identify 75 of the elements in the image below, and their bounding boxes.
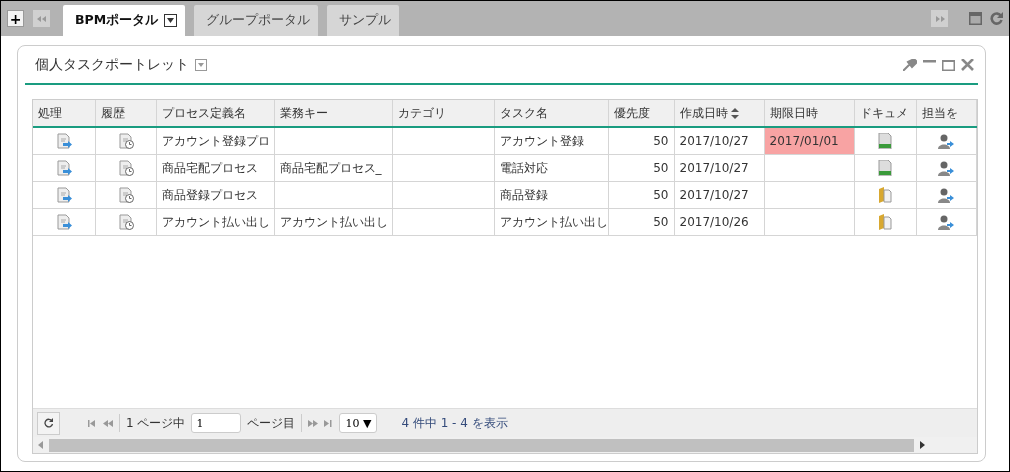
table-cell: 電話対応	[499, 160, 548, 175]
scroll-right-icon[interactable]	[920, 441, 925, 449]
table-cell: アカウント登録	[499, 133, 584, 148]
table-cell: 2017/10/27	[679, 134, 749, 148]
refresh-button[interactable]	[37, 411, 60, 435]
assign-user-icon[interactable]	[938, 187, 954, 203]
column-header[interactable]: ドキュメ	[854, 100, 916, 127]
document-icon[interactable]	[878, 133, 892, 149]
column-header[interactable]: プロセス定義名	[156, 100, 274, 127]
assign-user-icon[interactable]	[938, 214, 954, 230]
column-header[interactable]: 優先度	[608, 100, 674, 127]
maximize-icon[interactable]	[941, 58, 955, 71]
window-icon[interactable]	[969, 12, 982, 25]
history-icon[interactable]	[117, 160, 134, 176]
deadline-cell: 2017/01/01	[764, 127, 854, 155]
column-header[interactable]: 作成日時	[674, 100, 764, 127]
column-header[interactable]: 処理	[33, 100, 95, 127]
portlet-title: 個人タスクポートレット	[35, 55, 189, 74]
column-header[interactable]: タスク名	[494, 100, 608, 127]
table-cell: アカウント払い出し	[279, 214, 388, 229]
page-label: 1 ページ中	[126, 414, 186, 432]
first-page-icon[interactable]	[88, 419, 97, 427]
history-icon[interactable]	[117, 214, 134, 230]
column-header[interactable]: 履歴	[95, 100, 156, 127]
page-size-select[interactable]: 10 ▼	[339, 413, 378, 433]
close-icon[interactable]	[960, 58, 974, 71]
portal-tab[interactable]: BPMポータル	[63, 5, 186, 36]
column-header[interactable]: 担当を	[916, 100, 976, 127]
table-cell: 2017/10/26	[679, 215, 749, 229]
table-cell: 50	[653, 188, 669, 202]
double-right-arrow-icon[interactable]	[934, 15, 945, 22]
process-task-icon[interactable]	[55, 160, 72, 176]
previous-page-icon[interactable]	[103, 419, 113, 427]
folder-icon[interactable]	[878, 214, 892, 230]
table-cell: アカウント払い出し	[499, 214, 607, 229]
table-cell: アカウント払い出し	[161, 214, 270, 229]
column-header[interactable]: カテゴリ	[392, 100, 494, 127]
column-header[interactable]: 期限日時	[764, 100, 854, 127]
folder-icon[interactable]	[878, 187, 892, 203]
assign-user-icon[interactable]	[938, 160, 954, 176]
record-summary: 4 件中 1 - 4 を表示	[401, 414, 508, 432]
sort-icon[interactable]	[730, 107, 739, 119]
table-cell: 2017/10/27	[679, 161, 749, 175]
scroll-left-button[interactable]	[33, 10, 50, 27]
add-tab-button[interactable]: +	[7, 10, 24, 27]
scroll-left-icon[interactable]	[38, 441, 43, 449]
refresh-icon[interactable]	[43, 418, 54, 428]
process-task-icon[interactable]	[55, 133, 72, 149]
portal-tab[interactable]: グループポータル	[194, 5, 319, 36]
table-cell: 商品宅配プロセス	[161, 160, 258, 175]
table-cell: 商品登録	[499, 187, 548, 202]
assign-user-icon[interactable]	[938, 133, 954, 149]
pin-icon[interactable]	[902, 58, 917, 71]
table-cell: 50	[653, 161, 669, 175]
table-cell: 2017/10/27	[679, 188, 749, 202]
table-cell: 50	[653, 134, 669, 148]
table-cell: 商品登録プロセス	[161, 187, 258, 202]
column-header[interactable]: 業務キー	[274, 100, 392, 127]
document-icon[interactable]	[878, 160, 892, 176]
portal-tab[interactable]: サンプル	[327, 5, 400, 36]
history-icon[interactable]	[117, 187, 134, 203]
history-icon[interactable]	[117, 133, 134, 149]
table-cell: 50	[653, 215, 669, 229]
process-task-icon[interactable]	[55, 214, 72, 230]
dropdown-icon[interactable]	[164, 14, 178, 27]
table-cell: アカウント登録プロ	[161, 133, 270, 148]
page-label: ページ目	[247, 414, 296, 432]
table-cell: 商品宅配プロセス_	[279, 160, 382, 175]
scroll-right-button[interactable]	[931, 10, 948, 27]
last-page-icon[interactable]	[324, 419, 334, 427]
double-left-arrow-icon[interactable]	[36, 15, 47, 22]
process-task-icon[interactable]	[55, 187, 72, 203]
page-input[interactable]: 1	[191, 413, 242, 433]
horizontal-scrollbar[interactable]	[33, 437, 977, 453]
next-page-icon[interactable]	[308, 419, 319, 427]
